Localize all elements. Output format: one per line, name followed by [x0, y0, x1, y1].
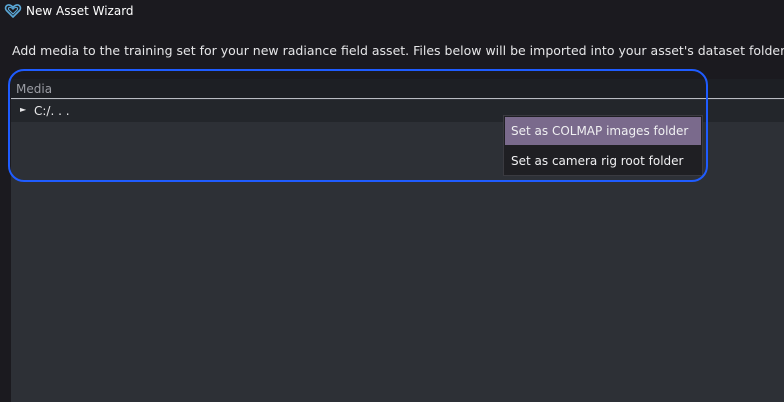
menu-item-label: Set as camera rig root folder: [511, 154, 684, 168]
title-bar: New Asset Wizard: [0, 0, 784, 24]
tree-item-label: C:/. . .: [34, 104, 70, 118]
context-menu: Set as COLMAP images folder Set as camer…: [503, 115, 703, 176]
menu-item-set-colmap-images-folder[interactable]: Set as COLMAP images folder: [505, 117, 701, 145]
media-column-header[interactable]: Media: [11, 79, 784, 99]
instructions-text: Add media to the training set for your n…: [12, 43, 784, 58]
window-title: New Asset Wizard: [26, 4, 134, 18]
heart-outline-icon: [4, 2, 22, 20]
left-divider: [0, 120, 11, 402]
menu-item-set-camera-rig-root-folder[interactable]: Set as camera rig root folder: [505, 147, 701, 175]
menu-item-label: Set as COLMAP images folder: [511, 124, 689, 138]
expand-arrow-icon[interactable]: ►: [20, 105, 26, 114]
media-header-label: Media: [16, 82, 53, 96]
